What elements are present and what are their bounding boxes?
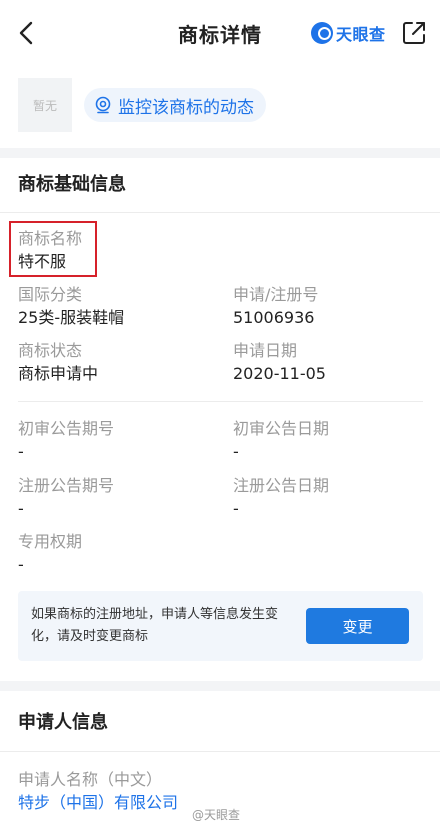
reg-pub-date-field: 注册公告日期 - bbox=[233, 475, 329, 521]
reg-pub-no-value: - bbox=[18, 499, 24, 518]
change-button[interactable]: 变更 bbox=[306, 608, 409, 644]
brand-logo: 天眼查 bbox=[311, 20, 386, 46]
applicant-name-label: 申请人名称（中文） bbox=[18, 770, 163, 789]
monitor-icon bbox=[95, 96, 111, 114]
apply-date-label: 申请日期 bbox=[233, 341, 298, 360]
reg-no-label: 申请/注册号 bbox=[233, 285, 319, 304]
intl-class-value: 25类-服装鞋帽 bbox=[18, 308, 125, 327]
prelim-pub-date-value: - bbox=[233, 442, 239, 461]
reg-no-field: 申请/注册号 51006936 bbox=[233, 284, 318, 330]
status-field: 商标状态 商标申请中 bbox=[18, 340, 98, 386]
divider bbox=[0, 751, 440, 752]
reg-pub-date-value: - bbox=[233, 499, 239, 518]
brand-mark-icon bbox=[311, 22, 333, 44]
status-value: 商标申请中 bbox=[18, 364, 99, 383]
monitor-label: 监控该商标的动态 bbox=[118, 97, 254, 118]
intl-class-field: 国际分类 25类-服装鞋帽 bbox=[18, 284, 124, 330]
share-icon[interactable] bbox=[401, 20, 427, 46]
prelim-pub-date-label: 初审公告日期 bbox=[233, 419, 330, 438]
reg-pub-date-label: 注册公告日期 bbox=[233, 476, 330, 495]
prelim-pub-no-field: 初审公告期号 - bbox=[18, 418, 114, 464]
brand-name: 天眼查 bbox=[336, 25, 386, 44]
exclusive-period-label: 专用权期 bbox=[18, 532, 83, 551]
apply-date-value: 2020-11-05 bbox=[233, 364, 326, 383]
change-notice: 如果商标的注册地址，申请人等信息发生变化，请及时变更商标 变更 bbox=[18, 591, 423, 661]
divider bbox=[18, 401, 423, 402]
applicant-info-title: 申请人信息 bbox=[18, 712, 108, 733]
applicant-name-field: 申请人名称（中文） 特步（中国）有限公司 bbox=[18, 769, 178, 815]
monitor-button[interactable]: 监控该商标的动态 bbox=[84, 88, 266, 122]
reg-pub-no-field: 注册公告期号 - bbox=[18, 475, 114, 521]
prelim-pub-date-field: 初审公告日期 - bbox=[233, 418, 329, 464]
highlight-box bbox=[9, 221, 97, 277]
applicant-name-link[interactable]: 特步（中国）有限公司 bbox=[18, 791, 178, 815]
basic-info-title: 商标基础信息 bbox=[18, 174, 126, 195]
logo-placeholder-text: 暂无 bbox=[32, 98, 57, 113]
exclusive-period-value: - bbox=[18, 555, 24, 574]
section-separator bbox=[0, 148, 440, 158]
reg-pub-no-label: 注册公告期号 bbox=[18, 476, 115, 495]
section-separator bbox=[0, 681, 440, 691]
reg-no-value: 51006936 bbox=[233, 308, 315, 327]
divider bbox=[0, 212, 440, 213]
apply-date-field: 申请日期 2020-11-05 bbox=[233, 340, 326, 386]
exclusive-period-field: 专用权期 - bbox=[18, 531, 82, 577]
prelim-pub-no-label: 初审公告期号 bbox=[18, 419, 115, 438]
notice-text: 如果商标的注册地址，申请人等信息发生变化，请及时变更商标 bbox=[31, 607, 279, 644]
top-bar: 商标详情 天眼查 bbox=[0, 0, 440, 66]
prelim-pub-no-value: - bbox=[18, 442, 24, 461]
status-label: 商标状态 bbox=[18, 341, 83, 360]
trademark-logo: 暂无 bbox=[18, 78, 72, 132]
watermark: @天眼查 bbox=[192, 808, 241, 822]
intl-class-label: 国际分类 bbox=[18, 285, 83, 304]
